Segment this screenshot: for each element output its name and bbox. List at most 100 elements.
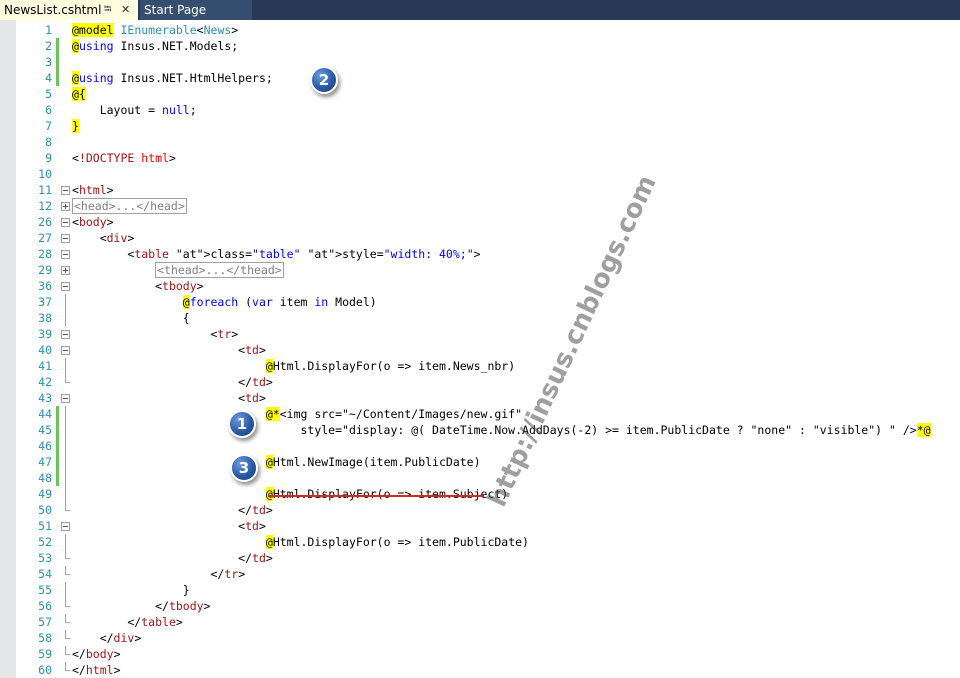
close-icon[interactable]: ✕ bbox=[121, 0, 130, 20]
code-line[interactable]: 9 <!DOCTYPE html> bbox=[0, 150, 960, 166]
code-line[interactable]: 40 <td> bbox=[0, 342, 960, 358]
expand-icon[interactable] bbox=[61, 266, 70, 275]
code-text: <td> bbox=[72, 391, 266, 405]
code-text: @foreach (var item in Model) bbox=[182, 295, 377, 309]
line-number: 6 bbox=[45, 103, 52, 117]
outline-guide bbox=[65, 470, 66, 486]
line-number: 53 bbox=[38, 551, 52, 565]
code-line[interactable]: 12 <head>...</head> bbox=[0, 198, 960, 214]
code-line[interactable]: 3 bbox=[0, 54, 960, 70]
code-line[interactable]: 52 @Html.DisplayFor(o => item.PublicDate… bbox=[0, 534, 960, 550]
document-tab-bar: NewsList.cshtml ⭾ ✕ Start Page bbox=[0, 0, 960, 20]
code-line[interactable]: 5 @{ bbox=[0, 86, 960, 102]
code-line[interactable]: 8 bbox=[0, 134, 960, 150]
code-line[interactable]: 45 style="display: @( DateTime.Now.AddDa… bbox=[0, 422, 960, 438]
code-line[interactable]: 60 </html> bbox=[0, 662, 960, 678]
callout-badge-2: 2 bbox=[310, 66, 338, 94]
code-line[interactable]: 29 <thead>...</thead> bbox=[0, 262, 960, 278]
outline-guide bbox=[65, 582, 66, 598]
line-number: 41 bbox=[38, 359, 52, 373]
code-line[interactable]: 28 <table "at">class="table" "at">style=… bbox=[0, 246, 960, 262]
outline-guide bbox=[65, 486, 66, 502]
code-line[interactable]: 51 <td> bbox=[0, 518, 960, 534]
code-text: <!DOCTYPE html> bbox=[72, 151, 176, 165]
outline-end bbox=[65, 566, 70, 575]
code-line[interactable]: 57 </table> bbox=[0, 614, 960, 630]
line-number: 50 bbox=[38, 503, 52, 517]
code-line[interactable]: 39 <tr> bbox=[0, 326, 960, 342]
code-text: @{ bbox=[72, 87, 86, 101]
code-line[interactable]: 46 bbox=[0, 438, 960, 454]
collapse-icon[interactable] bbox=[61, 522, 70, 531]
line-number: 27 bbox=[38, 231, 52, 245]
code-line[interactable]: 11 <html> bbox=[0, 182, 960, 198]
code-line[interactable]: 47 @Html.NewImage(item.PublicDate) bbox=[0, 454, 960, 470]
collapse-icon[interactable] bbox=[61, 234, 70, 243]
collapse-icon[interactable] bbox=[61, 394, 70, 403]
collapse-icon[interactable] bbox=[61, 282, 70, 291]
code-text: <table "at">class="table" "at">style="wi… bbox=[72, 247, 481, 261]
code-text: @Html.DisplayFor(o => item.PublicDate) bbox=[265, 535, 529, 549]
code-line[interactable]: 27 <div> bbox=[0, 230, 960, 246]
code-line[interactable]: 43 <td> bbox=[0, 390, 960, 406]
code-line[interactable]: 56 </tbody> bbox=[0, 598, 960, 614]
outline-guide bbox=[65, 358, 66, 374]
tab-title: Start Page bbox=[144, 3, 207, 17]
collapse-icon[interactable] bbox=[61, 218, 70, 227]
code-text: </td> bbox=[72, 375, 273, 389]
code-line[interactable]: 48 bbox=[0, 470, 960, 486]
code-line[interactable]: 59 </body> bbox=[0, 646, 960, 662]
outline-end bbox=[65, 374, 70, 383]
line-number: 8 bbox=[45, 135, 52, 149]
pin-icon[interactable]: ⭾ bbox=[104, 0, 112, 20]
code-line[interactable]: 26 <body> bbox=[0, 214, 960, 230]
change-marker bbox=[56, 422, 59, 438]
change-marker bbox=[56, 38, 59, 54]
code-line[interactable]: 53 </td> bbox=[0, 550, 960, 566]
line-number: 60 bbox=[38, 663, 52, 677]
code-line[interactable]: 44 @*<img src="~/Content/Images/new.gif" bbox=[0, 406, 960, 422]
tab-newslist-cshtml[interactable]: NewsList.cshtml ⭾ ✕ bbox=[0, 0, 138, 20]
line-number: 38 bbox=[38, 311, 52, 325]
collapse-icon[interactable] bbox=[61, 346, 70, 355]
code-text: <tr> bbox=[72, 327, 239, 341]
code-line[interactable]: 41 @Html.DisplayFor(o => item.News_nbr) bbox=[0, 358, 960, 374]
code-line[interactable]: 1 @model IEnumerable<News> bbox=[0, 22, 960, 38]
line-number: 51 bbox=[38, 519, 52, 533]
code-line[interactable]: 50 </td> bbox=[0, 502, 960, 518]
code-line[interactable]: 7} bbox=[0, 118, 960, 134]
collapse-icon[interactable] bbox=[61, 186, 70, 195]
callout-badge-1: 1 bbox=[228, 410, 256, 438]
code-line[interactable]: 55 } bbox=[0, 582, 960, 598]
line-number: 40 bbox=[38, 343, 52, 357]
code-line[interactable]: 37 @foreach (var item in Model) bbox=[0, 294, 960, 310]
code-line[interactable]: 10 bbox=[0, 166, 960, 182]
expand-icon[interactable] bbox=[61, 202, 70, 211]
collapse-icon[interactable] bbox=[61, 330, 70, 339]
code-line[interactable]: 36 <tbody> bbox=[0, 278, 960, 294]
collapse-icon[interactable] bbox=[61, 250, 70, 259]
code-line[interactable]: 42 </td> bbox=[0, 374, 960, 390]
outline-end bbox=[65, 598, 70, 607]
line-number: 11 bbox=[38, 183, 52, 197]
line-number: 10 bbox=[38, 167, 52, 181]
code-line[interactable]: 58 </div> bbox=[0, 630, 960, 646]
code-line[interactable]: 2 @using Insus.NET.Models; bbox=[0, 38, 960, 54]
outline-end bbox=[65, 662, 70, 671]
outline-guide bbox=[65, 294, 66, 310]
code-line[interactable]: 38 { bbox=[0, 310, 960, 326]
line-number: 1 bbox=[45, 23, 52, 37]
tab-start-page[interactable]: Start Page bbox=[140, 0, 252, 20]
code-line[interactable]: 4 @using Insus.NET.HtmlHelpers; bbox=[0, 70, 960, 86]
line-number: 12 bbox=[38, 199, 52, 213]
line-number: 57 bbox=[38, 615, 52, 629]
code-line[interactable]: 6 Layout = null; bbox=[0, 102, 960, 118]
code-text: <td> bbox=[72, 519, 266, 533]
line-number: 2 bbox=[45, 39, 52, 53]
change-marker bbox=[56, 470, 59, 486]
line-number: 7 bbox=[45, 119, 52, 133]
line-number: 43 bbox=[38, 391, 52, 405]
code-editor[interactable]: 1 @model IEnumerable<News> 2 @using Insus.N… bbox=[0, 20, 960, 678]
code-line[interactable]: 54 </tr> bbox=[0, 566, 960, 582]
code-line[interactable]: 49 @Html.DisplayFor(o => item.Subject) bbox=[0, 486, 960, 502]
